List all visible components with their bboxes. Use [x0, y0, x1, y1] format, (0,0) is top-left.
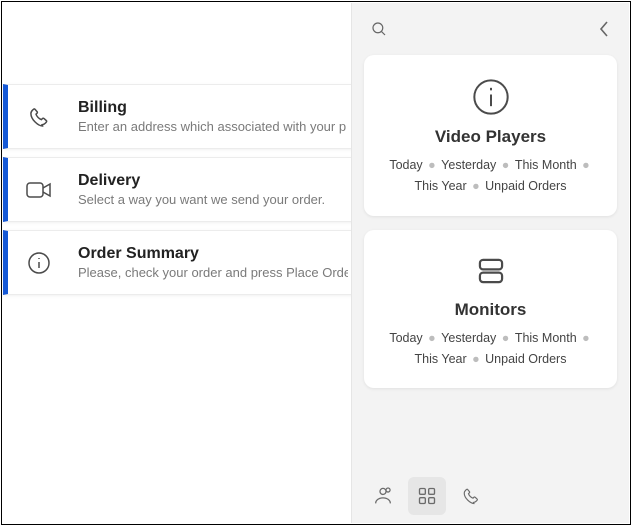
step-desc: Select a way you want we send your order… [78, 192, 348, 207]
step-desc: Please, check your order and press Place… [78, 265, 348, 280]
info-icon [378, 77, 603, 117]
step-title: Order Summary [78, 245, 348, 263]
step-delivery[interactable]: Delivery Select a way you want we send y… [3, 157, 363, 222]
checkout-steps: Billing Enter an address which associate… [3, 84, 363, 295]
card-filters[interactable]: Today ● Yesterday ● This Month ● This Ye… [378, 328, 603, 371]
search-icon[interactable] [370, 20, 388, 38]
card-title: Video Players [378, 127, 603, 147]
card-title: Monitors [378, 300, 603, 320]
footer-phone-button[interactable] [452, 477, 490, 515]
monitor-icon [378, 252, 603, 290]
back-icon[interactable] [597, 20, 611, 38]
panel-footer [352, 469, 629, 523]
side-panel: Video Players Today ● Yesterday ● This M… [351, 3, 629, 523]
camera-icon [18, 180, 60, 200]
step-title: Delivery [78, 172, 348, 190]
footer-grid-button[interactable] [408, 477, 446, 515]
panel-header [352, 3, 629, 55]
panel-cards: Video Players Today ● Yesterday ● This M… [352, 55, 629, 469]
card-video-players[interactable]: Video Players Today ● Yesterday ● This M… [364, 55, 617, 216]
step-desc: Enter an address which associated with y… [78, 119, 348, 134]
step-order-summary[interactable]: Order Summary Please, check your order a… [3, 230, 363, 295]
step-billing[interactable]: Billing Enter an address which associate… [3, 84, 363, 149]
step-title: Billing [78, 99, 348, 117]
card-filters[interactable]: Today ● Yesterday ● This Month ● This Ye… [378, 155, 603, 198]
card-monitors[interactable]: Monitors Today ● Yesterday ● This Month … [364, 230, 617, 389]
phone-icon [18, 105, 60, 129]
footer-person-button[interactable] [364, 477, 402, 515]
info-icon [18, 251, 60, 275]
